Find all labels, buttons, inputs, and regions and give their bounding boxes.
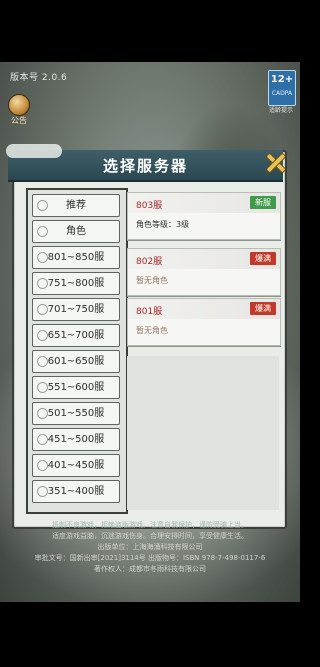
- server-list-empty-area: [127, 356, 279, 510]
- tab-marker-icon: [37, 304, 48, 315]
- tab-marker-icon: [37, 330, 48, 341]
- tab-marker-icon: [37, 200, 48, 211]
- server-role-info: 暂无角色: [136, 326, 168, 335]
- tab-label: 601~650服: [47, 356, 105, 367]
- tab-recommend[interactable]: 推荐: [32, 194, 120, 217]
- tab-marker-icon: [37, 356, 48, 367]
- notice-button[interactable]: 公告: [6, 92, 32, 132]
- tab-701-750[interactable]: 701~750服: [32, 298, 120, 321]
- tab-label: 751~800服: [47, 278, 105, 289]
- server-card-801[interactable]: 801服 爆满 暂无角色: [127, 298, 281, 346]
- tab-marker-icon: [37, 278, 48, 289]
- server-role-info: 暂无角色: [136, 276, 168, 285]
- tab-marker-icon: [37, 460, 48, 471]
- tab-501-550[interactable]: 501~550服: [32, 402, 120, 425]
- tab-marker-icon: [37, 486, 48, 497]
- tab-label: 801~850服: [47, 252, 105, 263]
- tab-marker-icon: [37, 252, 48, 263]
- server-card-802[interactable]: 802服 爆满 暂无角色: [127, 248, 281, 296]
- server-name: 803服: [136, 201, 163, 211]
- server-status-badge: 爆满: [250, 302, 276, 315]
- age-rating-number: 12+: [270, 74, 294, 85]
- notice-icon: [8, 94, 30, 116]
- publisher-line: 出版单位：上海海涌科技有限公司: [97, 543, 203, 551]
- server-group-list: 推荐 角色 801~850服 751~800服 701~750服 651~700…: [26, 188, 128, 514]
- screen: 版本号 2.0.6 公告 12+ CADPA 适龄提示 选择服务器 推荐 角色 …: [0, 0, 300, 667]
- tab-351-400[interactable]: 351~400服: [32, 480, 120, 503]
- server-name: 802服: [136, 257, 163, 267]
- tab-801-850[interactable]: 801~850服: [32, 246, 120, 269]
- tab-marker-icon: [37, 226, 48, 237]
- tab-label: 501~550服: [47, 408, 105, 419]
- server-list: 803服 新服 角色等级：3级 802服 爆满 暂无角色 801服 爆满 暂无角…: [127, 188, 281, 510]
- tab-marker-icon: [37, 434, 48, 445]
- tab-my-roles[interactable]: 角色: [32, 220, 120, 243]
- server-role-info: 角色等级：3级: [136, 220, 190, 229]
- tab-label: 451~500服: [47, 434, 105, 445]
- server-select-dialog: 选择服务器 推荐 角色 801~850服 751~800服 701~750服 6…: [6, 144, 287, 529]
- dialog-title-bar: 选择服务器: [6, 144, 287, 182]
- tab-label: 701~750服: [47, 304, 105, 315]
- server-name: 801服: [136, 307, 163, 317]
- age-rating-sub: 适龄提示: [268, 107, 293, 114]
- health-line-2: 适度游戏益脑，沉迷游戏伤身。合理安排时间，享受健康生活。: [52, 532, 248, 540]
- tab-marker-icon: [37, 382, 48, 393]
- tab-651-700[interactable]: 651~700服: [32, 324, 120, 347]
- tab-551-600[interactable]: 551~600服: [32, 376, 120, 399]
- health-line-1: 抵制不良游戏，拒绝盗版游戏。注意自我保护，谨防受骗上当。: [52, 521, 248, 529]
- tab-label: 401~450服: [47, 460, 105, 471]
- server-card-803[interactable]: 803服 新服 角色等级：3级: [127, 192, 281, 240]
- tab-601-650[interactable]: 601~650服: [32, 350, 120, 373]
- tab-label: 角色: [66, 226, 86, 237]
- tab-label: 351~400服: [47, 486, 105, 497]
- health-notice: 抵制不良游戏，拒绝盗版游戏。注意自我保护，谨防受骗上当。 适度游戏益脑，沉迷游戏…: [18, 520, 282, 575]
- approval-line: 审批文号：国新出审[2021]3114号 出版物号：ISBN 978-7-498…: [34, 554, 266, 562]
- tab-751-800[interactable]: 751~800服: [32, 272, 120, 295]
- age-rating-badge: 12+ CADPA: [268, 70, 296, 106]
- tab-marker-icon: [37, 408, 48, 419]
- tab-451-500[interactable]: 451~500服: [32, 428, 120, 451]
- tab-label: 651~700服: [47, 330, 105, 341]
- notice-label: 公告: [11, 116, 27, 125]
- tab-label: 551~600服: [47, 382, 105, 393]
- age-rating-caption: CADPA: [271, 90, 293, 97]
- copyright-line: 著作权人：成都市冬雨科技有限公司: [94, 565, 206, 573]
- close-button[interactable]: [264, 151, 287, 174]
- server-status-badge: 爆满: [250, 252, 276, 265]
- tab-401-450[interactable]: 401~450服: [32, 454, 120, 477]
- tab-label: 推荐: [66, 200, 86, 211]
- server-status-badge: 新服: [250, 196, 276, 209]
- version-label: 版本号 2.0.6: [10, 73, 68, 83]
- dialog-title: 选择服务器: [102, 157, 188, 175]
